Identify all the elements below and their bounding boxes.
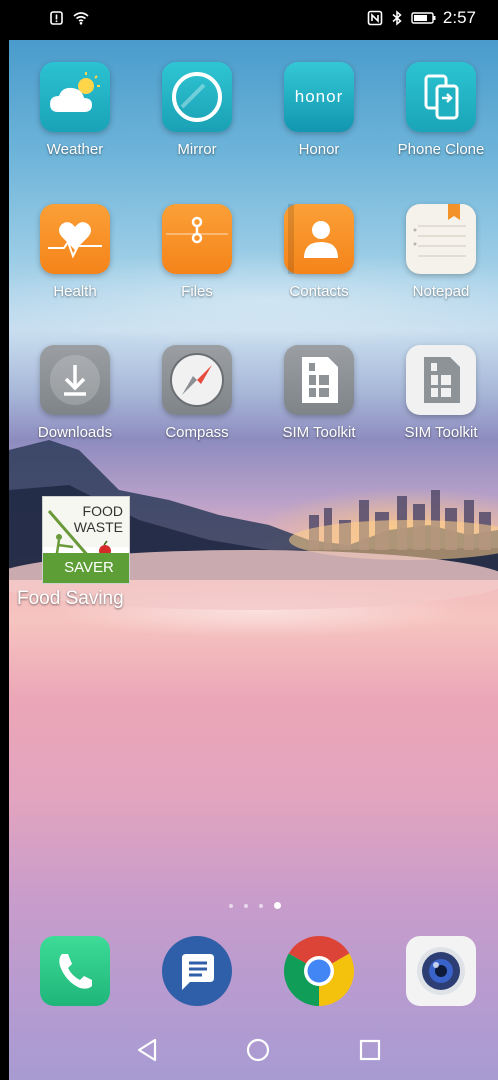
app-honor[interactable]: honor Honor bbox=[258, 62, 380, 158]
alert-icon bbox=[50, 11, 63, 25]
saver-text: SAVER bbox=[43, 553, 129, 583]
app-label: Weather bbox=[46, 141, 104, 158]
battery-icon bbox=[411, 12, 436, 24]
app-sim-toolkit[interactable]: SIM Toolkit bbox=[258, 345, 380, 441]
back-icon[interactable] bbox=[129, 1032, 165, 1068]
compass-icon bbox=[162, 345, 232, 415]
food-waste-saver-icon: FOOD WASTE SAVER bbox=[42, 496, 130, 584]
page-dot bbox=[244, 903, 248, 908]
app-label: Mirror bbox=[177, 141, 217, 158]
sim-toolkit-icon bbox=[284, 345, 354, 415]
navigation-bar bbox=[9, 1020, 498, 1080]
app-label: SIM Toolkit bbox=[404, 424, 478, 441]
honor-icon: honor bbox=[284, 62, 354, 132]
nfc-icon bbox=[367, 10, 383, 26]
app-compass[interactable]: Compass bbox=[136, 345, 258, 441]
app-contacts[interactable]: Contacts bbox=[258, 204, 380, 300]
app-files[interactable]: Files bbox=[136, 204, 258, 300]
camera-icon[interactable] bbox=[406, 936, 476, 1006]
mirror-icon bbox=[162, 62, 232, 132]
app-label: Downloads bbox=[37, 424, 113, 441]
status-bar: 2:57 bbox=[9, 0, 498, 40]
app-mirror[interactable]: Mirror bbox=[136, 62, 258, 158]
recents-icon[interactable] bbox=[352, 1032, 388, 1068]
messages-icon[interactable] bbox=[162, 936, 232, 1006]
weather-icon bbox=[40, 62, 110, 132]
app-sim-toolkit-2[interactable]: SIM Toolkit bbox=[380, 345, 498, 441]
app-downloads[interactable]: Downloads bbox=[14, 345, 136, 441]
chrome-icon[interactable] bbox=[284, 936, 354, 1006]
app-label: Food Saving bbox=[17, 588, 124, 609]
bluetooth-icon bbox=[392, 10, 402, 26]
notepad-icon bbox=[406, 204, 476, 274]
phone-icon[interactable] bbox=[40, 936, 110, 1006]
app-weather[interactable]: Weather bbox=[14, 62, 136, 158]
phone-clone-icon bbox=[406, 62, 476, 132]
clock: 2:57 bbox=[442, 8, 476, 27]
app-phone-clone[interactable]: Phone Clone bbox=[380, 62, 498, 158]
downloads-icon bbox=[40, 345, 110, 415]
contacts-icon bbox=[284, 204, 354, 274]
page-dot bbox=[229, 903, 233, 908]
files-icon bbox=[162, 204, 232, 274]
sim-toolkit-icon bbox=[406, 345, 476, 415]
app-health[interactable]: Health bbox=[14, 204, 136, 300]
app-notepad[interactable]: Notepad bbox=[380, 204, 498, 300]
health-icon bbox=[40, 204, 110, 274]
home-screen: 2:57 Weather Mirror honor Honor Phone Cl… bbox=[9, 0, 498, 1080]
page-indicator bbox=[229, 902, 281, 909]
wifi-icon bbox=[73, 12, 89, 25]
honor-logo-text: honor bbox=[294, 87, 344, 106]
app-label: SIM Toolkit bbox=[282, 424, 356, 441]
home-icon[interactable] bbox=[240, 1032, 276, 1068]
page-dot bbox=[259, 903, 263, 908]
app-food-saving[interactable]: FOOD WASTE SAVER Food Saving bbox=[17, 496, 157, 610]
app-label: Contacts bbox=[289, 283, 349, 300]
app-label: Health bbox=[53, 283, 97, 300]
page-dot-active bbox=[274, 902, 281, 909]
app-label: Files bbox=[181, 283, 213, 300]
app-label: Notepad bbox=[412, 283, 470, 300]
app-label: Phone Clone bbox=[397, 141, 485, 158]
app-label: Honor bbox=[298, 141, 340, 158]
app-label: Compass bbox=[165, 424, 229, 441]
